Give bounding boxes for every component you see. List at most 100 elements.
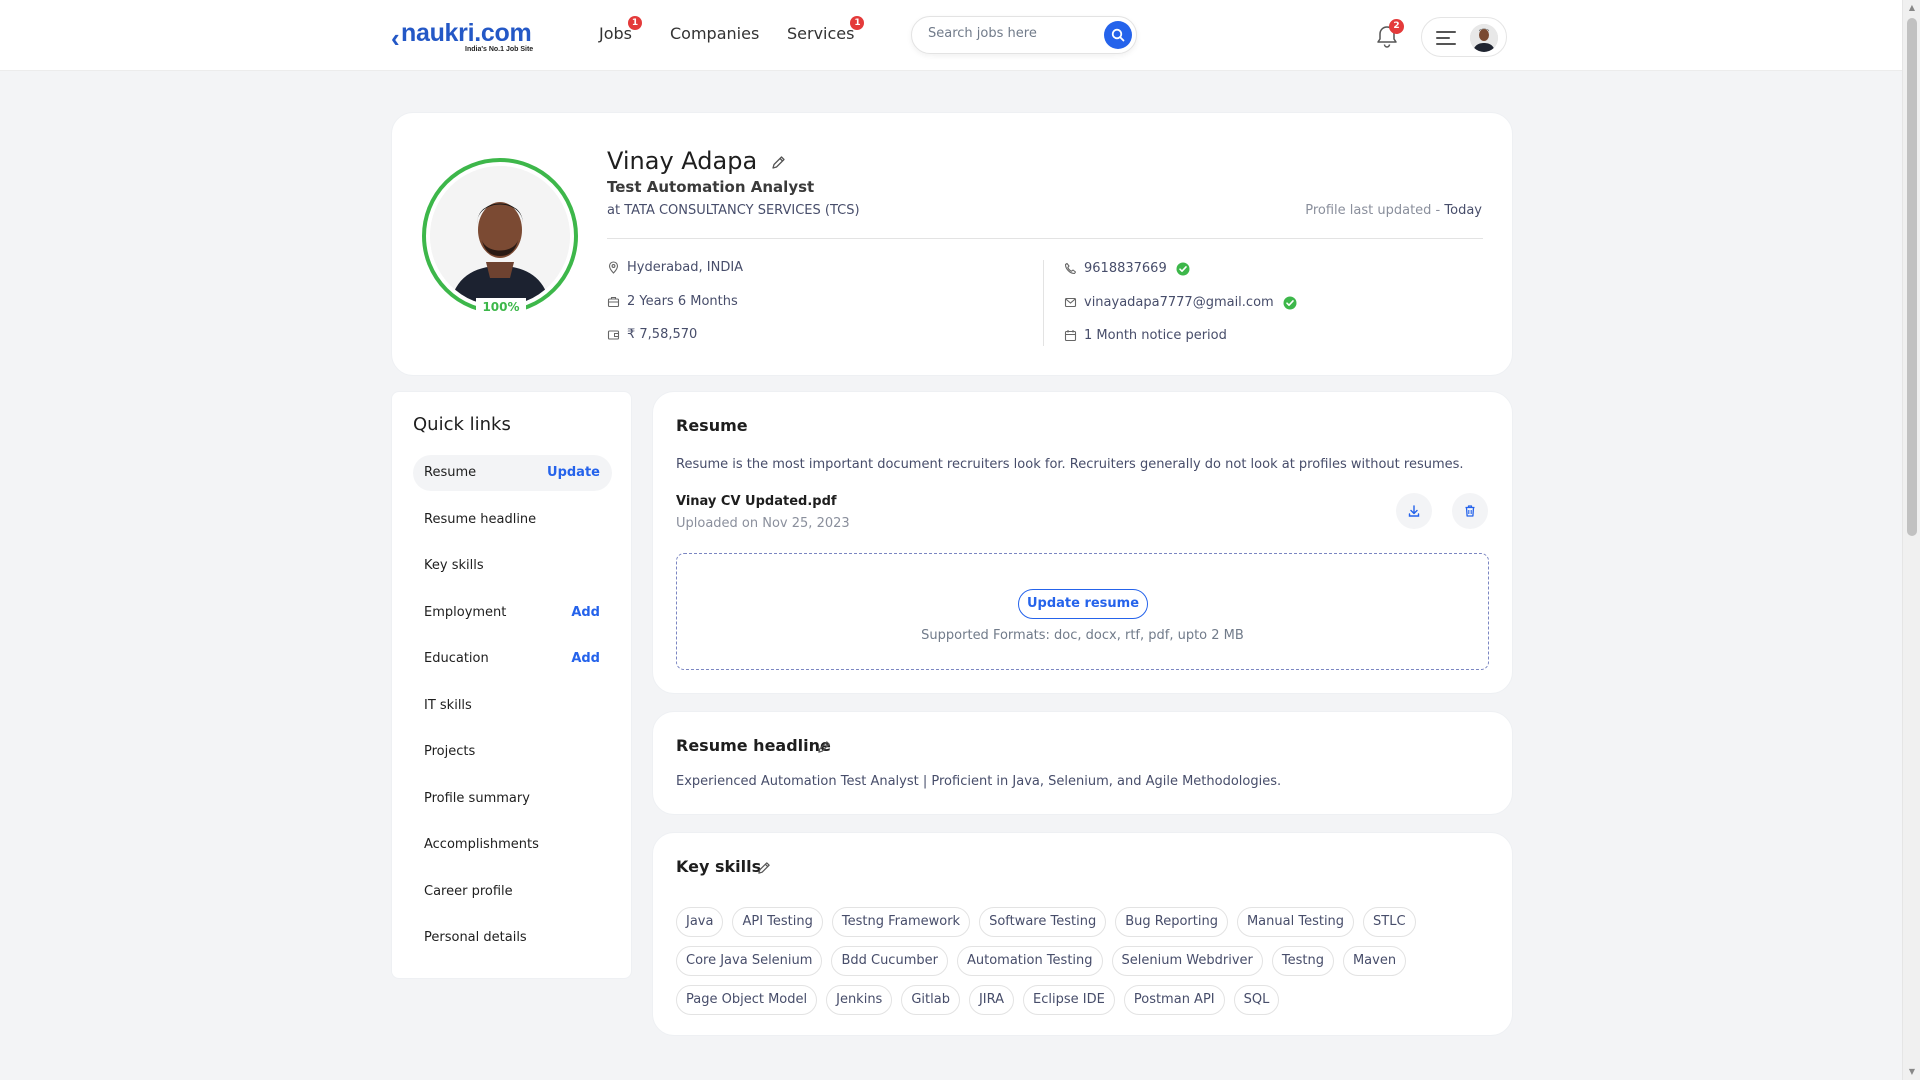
profile-phone: 9618837669	[1064, 261, 1197, 276]
profile-salary: ₹ 7,58,570	[607, 327, 697, 342]
search-input[interactable]	[928, 26, 1093, 41]
download-resume-button[interactable]	[1396, 493, 1432, 529]
skill-chip: JIRA	[968, 985, 1015, 1015]
phone-text: 9618837669	[1084, 261, 1167, 276]
search-button[interactable]	[1104, 21, 1132, 49]
pencil-icon	[772, 156, 785, 169]
quick-link-label: IT skills	[424, 698, 472, 713]
scrollbar-thumb[interactable]	[1907, 18, 1917, 536]
location-text: Hyderabad, INDIA	[627, 260, 744, 275]
resume-headline-text: Experienced Automation Test Analyst | Pr…	[676, 774, 1282, 789]
profile-completion: 100%	[476, 298, 526, 316]
skill-chip: SQL	[1233, 985, 1280, 1015]
quick-link-label: Accomplishments	[424, 837, 539, 852]
page-scrollbar[interactable]: ▲ ▼	[1902, 0, 1920, 1080]
profile-updated-value: Today	[1444, 203, 1482, 218]
quick-link-add-action[interactable]: Add	[571, 605, 600, 620]
edit-headline-button[interactable]	[817, 739, 831, 758]
notifications-button[interactable]: 2	[1374, 19, 1404, 50]
resume-description: Resume is the most important document re…	[676, 457, 1464, 472]
briefcase-icon	[607, 296, 620, 308]
nav-services[interactable]: Services 1	[787, 16, 865, 43]
location-pin-icon	[608, 261, 619, 274]
quick-link-personal-details[interactable]: Personal details	[413, 920, 612, 956]
quick-link-label: Employment	[424, 605, 507, 620]
skill-chip: Software Testing	[979, 907, 1107, 937]
quick-link-accomplishments[interactable]: Accomplishments	[413, 827, 612, 863]
nav-services-badge: 1	[850, 16, 865, 30]
quick-link-resume-headline[interactable]: Resume headline	[413, 502, 612, 538]
quick-link-label: Education	[424, 651, 489, 666]
quick-link-add-action[interactable]: Add	[571, 651, 600, 666]
key-skills-title: Key skills	[676, 857, 762, 876]
edit-key-skills-button[interactable]	[757, 860, 771, 879]
user-menu-button[interactable]	[1421, 17, 1507, 57]
scroll-up-arrow-icon[interactable]: ▲	[1907, 3, 1917, 13]
profile-last-updated: Profile last updated - Today	[1305, 203, 1482, 218]
quick-link-education[interactable]: Education Add	[413, 641, 612, 677]
nav-jobs[interactable]: Jobs 1	[599, 16, 642, 43]
logo-tagline: India's No.1 Job Site	[465, 46, 534, 53]
nav-companies-label: Companies	[670, 24, 760, 43]
profile-company: at TATA CONSULTANCY SERVICES (TCS)	[607, 203, 860, 218]
skill-chip: Postman API	[1123, 985, 1225, 1015]
notification-count-badge: 2	[1389, 19, 1404, 34]
skill-chip: Jenkins	[826, 985, 893, 1015]
skill-chip: Java	[676, 907, 724, 937]
logo-mark: ‹	[391, 23, 400, 53]
quick-link-resume[interactable]: Resume Update	[413, 455, 612, 491]
avatar	[1470, 24, 1498, 52]
skill-chip: STLC	[1363, 907, 1416, 937]
quick-link-label: Resume	[424, 465, 477, 480]
trash-icon	[1465, 505, 1475, 517]
quick-link-projects[interactable]: Projects	[413, 734, 612, 770]
calendar-icon	[1064, 330, 1077, 342]
quick-link-employment[interactable]: Employment Add	[413, 595, 612, 631]
quick-link-label: Personal details	[424, 930, 527, 945]
experience-text: 2 Years 6 Months	[627, 294, 738, 309]
skill-chip: Page Object Model	[676, 985, 818, 1015]
edit-profile-button[interactable]	[771, 155, 786, 174]
search-box	[911, 16, 1137, 54]
delete-resume-button[interactable]	[1452, 493, 1488, 529]
hamburger-icon	[1436, 31, 1456, 49]
quick-link-key-skills[interactable]: Key skills	[413, 548, 612, 584]
skill-chip: Bdd Cucumber	[831, 946, 948, 976]
skill-chips: Java API Testing Testng Framework Softwa…	[676, 907, 1476, 1024]
skill-chip: Manual Testing	[1236, 907, 1355, 937]
quick-link-it-skills[interactable]: IT skills	[413, 688, 612, 724]
resume-section-title: Resume	[676, 416, 748, 435]
quick-links-panel: Quick links Resume Update Resume headlin…	[391, 391, 632, 979]
resume-dropzone[interactable]: Update resume Supported Formats: doc, do…	[676, 553, 1489, 670]
nav-companies[interactable]: Companies	[670, 24, 759, 43]
resume-upload-date: Uploaded on Nov 25, 2023	[676, 516, 850, 531]
quick-link-profile-summary[interactable]: Profile summary	[413, 781, 612, 817]
scroll-down-arrow-icon[interactable]: ▼	[1907, 1067, 1917, 1077]
quick-link-career-profile[interactable]: Career profile	[413, 874, 612, 910]
skill-chip: Automation Testing	[956, 946, 1103, 976]
logo-text: naukri.com	[401, 19, 532, 47]
resume-file-name: Vinay CV Updated.pdf	[676, 494, 837, 509]
quick-link-label: Key skills	[424, 558, 484, 573]
profile-vertical-divider	[1043, 260, 1044, 346]
profile-location: Hyderabad, INDIA	[607, 260, 743, 275]
naukri-logo[interactable]: ‹ naukri.com India's No.1 Job Site	[391, 19, 541, 54]
profile-divider	[607, 238, 1483, 239]
update-resume-button[interactable]: Update resume	[1018, 589, 1148, 619]
quick-links-title: Quick links	[413, 414, 511, 435]
supported-formats-text: Supported Formats: doc, docx, rtf, pdf, …	[921, 628, 1244, 643]
profile-updated-label: Profile last updated -	[1305, 203, 1445, 218]
skill-chip: Bug Reporting	[1115, 907, 1228, 937]
nav-jobs-label: Jobs	[599, 24, 632, 43]
profile-name: Vinay Adapa	[607, 147, 758, 175]
search-icon	[1111, 28, 1125, 42]
salary-text: ₹ 7,58,570	[627, 327, 698, 342]
profile-title: Test Automation Analyst	[607, 178, 815, 196]
email-text: vinayadapa7777@gmail.com	[1084, 295, 1274, 310]
profile-experience: 2 Years 6 Months	[607, 294, 738, 309]
profile-photo-ring[interactable]	[422, 158, 578, 314]
skill-chip: Selenium Webdriver	[1111, 946, 1263, 976]
quick-link-label: Resume headline	[424, 512, 537, 527]
quick-link-label: Projects	[424, 744, 476, 759]
quick-link-update-action[interactable]: Update	[547, 465, 600, 480]
